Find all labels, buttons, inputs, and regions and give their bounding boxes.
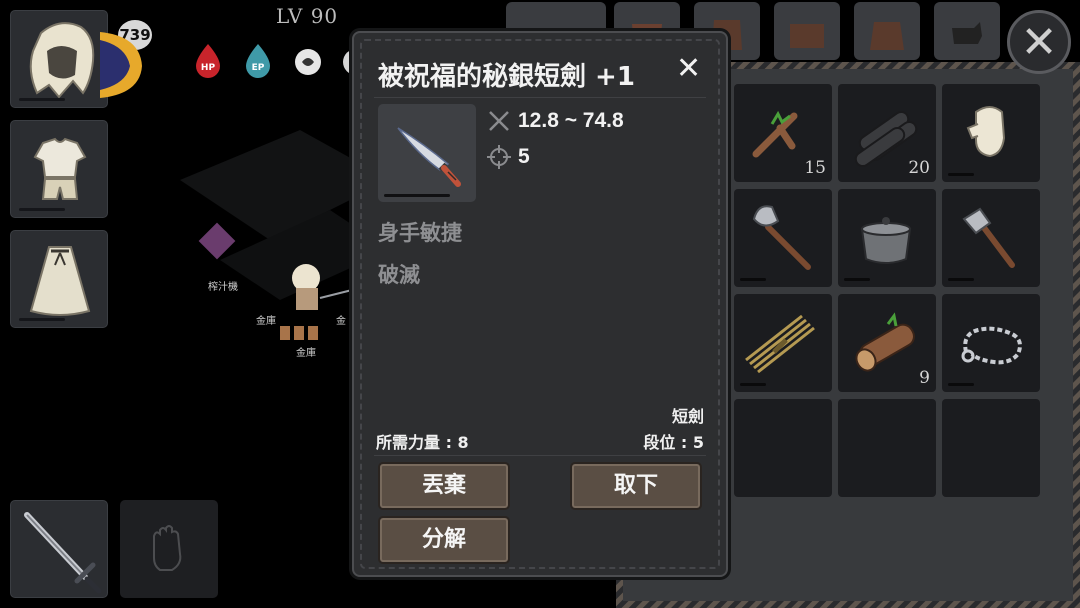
inventory-slot[interactable] [734,294,832,392]
hp-icon: HP [196,44,220,78]
inventory-slot[interactable]: 15 [734,84,832,182]
inventory-slot[interactable] [734,189,832,287]
straw-bundle-icon [745,314,815,374]
accuracy-stat: 5 [486,142,530,172]
top-tab-5[interactable] [854,2,920,60]
item-dialog: 被祝福的秘銀短劍 +1 ✕ 12.8 ~ 74.8 5 身手敏捷 破滅 短劍 所… [352,31,728,577]
top-tab-6[interactable] [934,2,1000,60]
ep-icon: EP [246,44,270,78]
inventory-slot[interactable] [942,189,1040,287]
disassemble-button[interactable]: 分解 [378,516,510,564]
player-level: LV 90 [276,4,339,28]
longsword-icon [24,512,102,594]
required-strength: 所需力量 : 8 [376,433,469,452]
crossed-swords-icon [489,111,509,131]
world-label-gold: 金 [336,316,346,327]
world-label-vault: 金庫 [256,316,276,327]
item-count: 15 [804,158,826,178]
inventory-slot[interactable] [942,84,1040,182]
unequip-button[interactable]: 取下 [570,462,702,510]
inventory-slot[interactable] [942,399,1040,497]
inventory-slot[interactable] [734,399,832,497]
equip-slot-cape[interactable] [10,230,108,328]
trait-destruction: 破滅 [378,263,420,287]
dialog-close-icon[interactable]: ✕ [676,51,701,86]
close-button[interactable]: ✕ [1007,10,1071,74]
cape-icon [29,246,91,316]
ep-label: EP [252,63,265,73]
pet-icon [952,22,982,44]
tier: 段位 : 5 [643,433,704,452]
equip-slot-gloves[interactable] [120,500,218,598]
inventory-slot[interactable] [838,189,936,287]
weapon-type: 短劍 [671,407,704,426]
item-count: 9 [919,368,930,388]
top-tab-4[interactable] [774,2,840,60]
inventory-slot[interactable] [838,399,936,497]
item-count: 20 [908,158,930,178]
hood-icon [29,22,95,99]
chest-icon [790,24,824,48]
world-label-juicer: 榨汁機 [208,282,238,293]
discard-button[interactable]: 丟棄 [378,462,510,510]
equip-slot-weapon[interactable] [10,500,108,598]
glove-outline-icon [153,525,182,571]
attack-stat: 12.8 ~ 74.8 [486,106,624,136]
close-icon: ✕ [1020,17,1058,68]
accuracy-value: 5 [518,145,530,168]
inventory-slot[interactable]: 20 [838,84,936,182]
item-image [378,104,476,202]
attack-value: 12.8 ~ 74.8 [518,109,624,132]
shirt-icon [33,137,87,200]
inventory-slot[interactable] [942,294,1040,392]
crosshair-icon [487,145,511,169]
mitten-icon [966,106,1006,158]
equip-slot-body[interactable] [10,120,108,218]
world-label-vault: 金庫 [296,348,316,359]
inventory-slot[interactable]: 9 [838,294,936,392]
hatchet-icon [962,207,1015,268]
bag-icon [870,22,904,50]
trait-agility: 身手敏捷 [378,221,462,245]
character-portrait [100,32,142,98]
pot-icon [860,217,912,264]
chain-icon [961,326,1022,365]
equip-slot-head[interactable] [10,10,108,108]
axe-icon [752,205,811,270]
stamina-icon [295,49,321,75]
hp-label: HP [201,63,216,73]
item-title: 被祝福的秘銀短劍 +1 [378,62,635,92]
dagger-icon [397,127,461,187]
